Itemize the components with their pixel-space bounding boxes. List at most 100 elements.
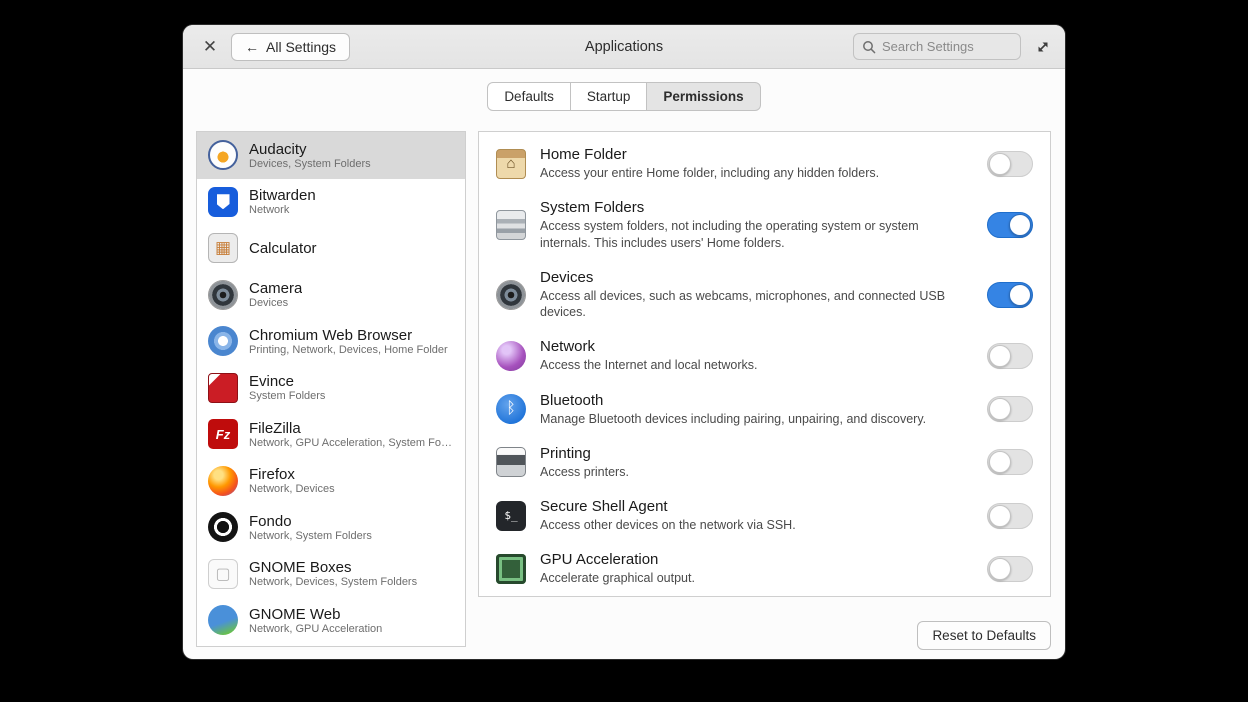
- expand-button[interactable]: [1035, 39, 1051, 55]
- app-item-fondo[interactable]: Fondo Network, System Folders: [197, 504, 465, 551]
- app-name: Firefox: [249, 466, 335, 483]
- tab-startup[interactable]: Startup: [571, 82, 648, 111]
- printing-icon: [496, 447, 526, 477]
- app-item-gnome-web[interactable]: GNOME Web Network, GPU Acceleration: [197, 597, 465, 644]
- toggle-bluetooth[interactable]: [987, 396, 1033, 422]
- permission-description: Access other devices on the network via …: [540, 517, 963, 533]
- app-item-calculator[interactable]: ▦ Calculator: [197, 225, 465, 272]
- permission-row-bluetooth: ᛒ Bluetooth Manage Bluetooth devices inc…: [479, 383, 1050, 436]
- app-permissions-summary: Devices, System Folders: [249, 158, 371, 170]
- app-item-filezilla[interactable]: Fz FileZilla Network, GPU Acceleration, …: [197, 411, 465, 458]
- permission-description: Access your entire Home folder, includin…: [540, 165, 963, 181]
- toggle-system-folders[interactable]: [987, 212, 1033, 238]
- toggle-knob: [989, 505, 1011, 527]
- app-item-evince[interactable]: Evince System Folders: [197, 365, 465, 412]
- app-name: GNOME Boxes: [249, 559, 417, 576]
- firefox-icon: [208, 466, 238, 496]
- gnome-web-icon: [208, 605, 238, 635]
- all-settings-button[interactable]: ← All Settings: [231, 33, 350, 61]
- bitwarden-icon: [208, 187, 238, 217]
- titlebar: ✕ ← All Settings Applications: [183, 25, 1065, 69]
- toggle-knob: [1009, 214, 1031, 236]
- tab-defaults[interactable]: Defaults: [487, 82, 571, 111]
- permission-description: Accelerate graphical output.: [540, 570, 963, 586]
- app-name: Calculator: [249, 240, 317, 257]
- app-name: Bitwarden: [249, 187, 316, 204]
- app-list: Audacity Devices, System Folders Bitward…: [196, 131, 466, 647]
- app-item-gnome-boxes[interactable]: ▢ GNOME Boxes Network, Devices, System F…: [197, 551, 465, 598]
- audacity-icon: [208, 140, 238, 170]
- app-name: GNOME Web: [249, 606, 382, 623]
- app-permissions-summary: Network, GPU Acceleration: [249, 623, 382, 635]
- toggle-printing[interactable]: [987, 449, 1033, 475]
- gnome-boxes-icon: ▢: [208, 559, 238, 589]
- permission-row-gpu-acceleration: GPU Acceleration Accelerate graphical ou…: [479, 542, 1050, 595]
- app-item-bitwarden[interactable]: Bitwarden Network: [197, 179, 465, 226]
- app-name: FileZilla: [249, 420, 454, 437]
- permission-title: Bluetooth: [540, 392, 963, 409]
- calculator-icon: ▦: [208, 233, 238, 263]
- network-icon: [496, 341, 526, 371]
- permission-row-devices: Devices Access all devices, such as webc…: [479, 260, 1050, 330]
- settings-window: ✕ ← All Settings Applications DefaultsSt…: [183, 25, 1065, 659]
- system-folders-icon: [496, 210, 526, 240]
- toggle-knob: [989, 558, 1011, 580]
- toggle-knob: [989, 451, 1011, 473]
- fondo-icon: [208, 512, 238, 542]
- app-name: Fondo: [249, 513, 372, 530]
- toggle-devices[interactable]: [987, 282, 1033, 308]
- app-item-audacity[interactable]: Audacity Devices, System Folders: [197, 132, 465, 179]
- app-item-camera[interactable]: Camera Devices: [197, 272, 465, 319]
- bluetooth-icon: ᛒ: [496, 394, 526, 424]
- toggle-home-folder[interactable]: [987, 151, 1033, 177]
- app-item-firefox[interactable]: Firefox Network, Devices: [197, 458, 465, 505]
- permission-row-network: Network Access the Internet and local ne…: [479, 329, 1050, 382]
- permission-title: Network: [540, 338, 963, 355]
- search-icon: [862, 40, 876, 54]
- permissions-panel: ⌂ Home Folder Access your entire Home fo…: [478, 131, 1051, 597]
- search-box[interactable]: [853, 33, 1021, 60]
- permission-title: GPU Acceleration: [540, 551, 963, 568]
- gpu-icon: [496, 554, 526, 584]
- app-permissions-summary: Network, System Folders: [249, 530, 372, 542]
- permission-title: Devices: [540, 269, 963, 286]
- close-button[interactable]: ✕: [197, 34, 223, 60]
- back-arrow-icon: ←: [245, 39, 259, 55]
- permission-description: Manage Bluetooth devices including pairi…: [540, 411, 963, 427]
- camera-icon: [208, 280, 238, 310]
- permission-title: System Folders: [540, 199, 963, 216]
- permission-title: Home Folder: [540, 146, 963, 163]
- toggle-knob: [989, 153, 1011, 175]
- tab-switcher: DefaultsStartupPermissions: [183, 82, 1065, 111]
- permission-description: Access all devices, such as webcams, mic…: [540, 288, 963, 321]
- ssh-icon: $_: [496, 501, 526, 531]
- toggle-knob: [989, 398, 1011, 420]
- app-item-chromium-web-browser[interactable]: Chromium Web Browser Printing, Network, …: [197, 318, 465, 365]
- reset-to-defaults-button[interactable]: Reset to Defaults: [917, 621, 1051, 650]
- app-permissions-summary: Network: [249, 204, 316, 216]
- home-folder-icon: ⌂: [496, 149, 526, 179]
- app-permissions-summary: System Folders: [249, 390, 325, 402]
- chromium-icon: [208, 326, 238, 356]
- permission-description: Access the Internet and local networks.: [540, 357, 963, 373]
- all-settings-label: All Settings: [266, 39, 336, 55]
- app-permissions-summary: Devices: [249, 297, 302, 309]
- permission-description: Access printers.: [540, 464, 963, 480]
- app-permissions-summary: Network, Devices, System Folders: [249, 576, 417, 588]
- toggle-gpu-acceleration[interactable]: [987, 556, 1033, 582]
- app-permissions-summary: Network, Devices: [249, 483, 335, 495]
- permission-row-printing: Printing Access printers.: [479, 436, 1050, 489]
- tab-permissions[interactable]: Permissions: [647, 82, 760, 111]
- app-permissions-summary: Network, GPU Acceleration, System Folder…: [249, 437, 454, 449]
- evince-icon: [208, 373, 238, 403]
- expand-icon: [1035, 39, 1051, 55]
- app-permissions-summary: Printing, Network, Devices, Home Folder: [249, 344, 448, 356]
- app-name: Evince: [249, 373, 325, 390]
- permission-row-secure-shell-agent: $_ Secure Shell Agent Access other devic…: [479, 489, 1050, 542]
- devices-icon: [496, 280, 526, 310]
- permission-row-home-folder: ⌂ Home Folder Access your entire Home fo…: [479, 137, 1050, 190]
- toggle-network[interactable]: [987, 343, 1033, 369]
- toggle-secure-shell-agent[interactable]: [987, 503, 1033, 529]
- filezilla-icon: Fz: [208, 419, 238, 449]
- search-input[interactable]: [882, 39, 1002, 54]
